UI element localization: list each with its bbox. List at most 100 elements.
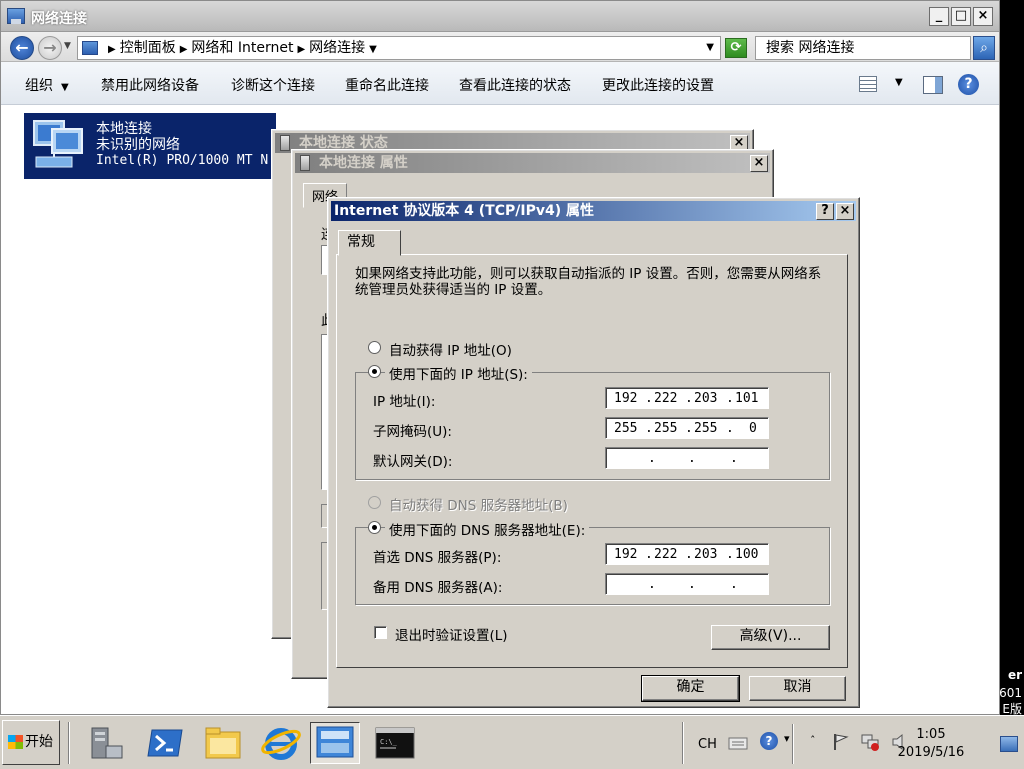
validate-checkbox[interactable] bbox=[374, 626, 387, 639]
ip-octet-4[interactable]: 101 bbox=[735, 389, 758, 408]
ip-address-field[interactable]: 192 . 222 . 203 . 101 bbox=[605, 387, 769, 409]
pdns-octet-3[interactable]: 203 bbox=[694, 545, 717, 564]
connection-status: 未识别的网络 bbox=[96, 137, 180, 153]
refresh-icon[interactable]: ⟳ bbox=[725, 38, 747, 58]
ip-octet-3[interactable]: 203 bbox=[694, 389, 717, 408]
window-title: 网络连接 bbox=[31, 11, 87, 27]
ip-octet-2[interactable]: 222 bbox=[654, 389, 677, 408]
pdns-octet-4[interactable]: 100 bbox=[735, 545, 758, 564]
preview-pane-icon[interactable] bbox=[923, 76, 943, 94]
ok-button[interactable]: 确定 bbox=[641, 675, 740, 702]
pdns-octet-1[interactable]: 192 bbox=[614, 545, 637, 564]
action-center-flag-icon[interactable] bbox=[832, 732, 850, 752]
show-desktop-icon[interactable] bbox=[1000, 736, 1018, 752]
keyboard-icon[interactable] bbox=[728, 734, 748, 752]
view-options-icon[interactable] bbox=[859, 76, 877, 92]
search-icon[interactable]: ⌕ bbox=[973, 36, 995, 60]
forward-arrow-icon[interactable]: → bbox=[38, 36, 62, 60]
ipv4-dialog-title: Internet 协议版本 4 (TCP/IPv4) 属性 bbox=[334, 203, 594, 219]
diagnose-button[interactable]: 诊断这个连接 bbox=[231, 75, 315, 95]
window-controls: _ □ × bbox=[929, 7, 993, 26]
language-indicator[interactable]: CH bbox=[698, 737, 717, 752]
validate-label[interactable]: 退出时验证设置(L) bbox=[395, 624, 508, 644]
ipv4-dialog-titlebar: Internet 协议版本 4 (TCP/IPv4) 属性 ? × bbox=[331, 201, 856, 221]
auto-ip-radio[interactable] bbox=[368, 341, 381, 354]
network-connections-task-icon[interactable] bbox=[310, 722, 360, 764]
manual-dns-radio[interactable] bbox=[368, 521, 381, 534]
organize-menu[interactable]: 组织 ▼ bbox=[25, 75, 69, 95]
taskbar: 开始 C:\_ CH ? ▾ ˆ 1:05 2019/5/16 bbox=[0, 715, 1024, 769]
manual-ip-radio[interactable] bbox=[368, 365, 381, 378]
network-plug-icon bbox=[300, 155, 310, 171]
crumb-network-connections[interactable]: 网络连接 bbox=[309, 40, 365, 56]
connection-name: 本地连接 bbox=[96, 121, 152, 137]
manual-ip-label[interactable]: 使用下面的 IP 地址(S): bbox=[385, 363, 532, 383]
command-prompt-icon[interactable]: C:\_ bbox=[370, 722, 420, 764]
command-bar: 组织 ▼ 禁用此网络设备 诊断这个连接 重命名此连接 查看此连接的状态 更改此连接… bbox=[1, 62, 999, 105]
mask-octet-4[interactable]: 0 bbox=[749, 419, 757, 438]
view-dropdown-icon[interactable]: ▼ bbox=[895, 77, 903, 88]
advanced-button[interactable]: 高级(V)... bbox=[711, 625, 830, 650]
network-folder-icon bbox=[7, 8, 25, 24]
desktop-text-fragment: 601 bbox=[999, 686, 1022, 700]
mask-octet-3[interactable]: 255 bbox=[694, 419, 717, 438]
ip-address-label: IP 地址(I): bbox=[373, 394, 436, 410]
explorer-titlebar: 网络连接 _ □ × bbox=[1, 1, 999, 32]
properties-dialog-title: 本地连接 属性 bbox=[319, 155, 408, 171]
address-input[interactable]: ▶ 控制面板 ▶ 网络和 Internet ▶ 网络连接 ▼ ▼ bbox=[77, 36, 721, 60]
control-panel-icon bbox=[82, 41, 98, 55]
gateway-label: 默认网关(D): bbox=[373, 454, 453, 470]
history-dropdown-icon[interactable]: ▼ bbox=[64, 41, 71, 51]
view-status-button[interactable]: 查看此连接的状态 bbox=[459, 75, 571, 95]
internet-explorer-icon[interactable] bbox=[256, 722, 306, 764]
disable-device-button[interactable]: 禁用此网络设备 bbox=[101, 75, 199, 95]
file-explorer-icon[interactable] bbox=[198, 722, 248, 764]
properties-close-button[interactable]: × bbox=[750, 155, 768, 172]
help-icon[interactable]: ? bbox=[958, 74, 979, 95]
pdns-octet-2[interactable]: 222 bbox=[654, 545, 677, 564]
network-plug-icon bbox=[280, 135, 290, 151]
auto-dns-label[interactable]: 自动获得 DNS 服务器地址(B) bbox=[389, 494, 568, 514]
gateway-field[interactable]: . . . bbox=[605, 447, 769, 469]
close-button[interactable]: × bbox=[973, 7, 993, 26]
clock-date: 2019/5/16 bbox=[897, 745, 965, 760]
ime-help-icon[interactable]: ? bbox=[760, 732, 778, 750]
connection-item-local[interactable]: 本地连接 未识别的网络 Intel(R) PRO/1000 MT N bbox=[24, 113, 276, 179]
search-input[interactable]: 搜索 网络连接 bbox=[755, 36, 971, 60]
cancel-button[interactable]: 取消 bbox=[749, 676, 846, 701]
tab-general[interactable]: 常规 bbox=[338, 230, 401, 256]
server-manager-icon[interactable] bbox=[80, 722, 130, 764]
mask-octet-2[interactable]: 255 bbox=[654, 419, 677, 438]
alternate-dns-field[interactable]: . . . bbox=[605, 573, 769, 595]
taskbar-separator bbox=[68, 722, 70, 764]
windows-logo-icon bbox=[8, 735, 23, 749]
back-arrow-icon[interactable]: ← bbox=[10, 36, 34, 60]
crumb-network-internet[interactable]: 网络和 Internet bbox=[191, 40, 293, 56]
show-hidden-icons-icon[interactable]: ˆ bbox=[810, 734, 816, 747]
network-adapter-icon bbox=[33, 120, 83, 168]
desktop-text-fragment: er bbox=[1007, 668, 1022, 682]
ip-octet-1[interactable]: 192 bbox=[614, 389, 637, 408]
auto-ip-label[interactable]: 自动获得 IP 地址(O) bbox=[389, 339, 512, 359]
powershell-icon[interactable] bbox=[140, 722, 190, 764]
subnet-mask-field[interactable]: 255 . 255 . 255 . 0 bbox=[605, 417, 769, 439]
minimize-button[interactable]: _ bbox=[929, 7, 949, 26]
clock-time: 1:05 bbox=[916, 727, 946, 742]
address-dropdown-icon[interactable]: ▼ bbox=[706, 37, 714, 59]
auto-dns-radio[interactable] bbox=[368, 496, 381, 509]
rename-button[interactable]: 重命名此连接 bbox=[345, 75, 429, 95]
change-settings-button[interactable]: 更改此连接的设置 bbox=[602, 75, 714, 95]
alternate-dns-label: 备用 DNS 服务器(A): bbox=[373, 580, 503, 596]
ipv4-close-button[interactable]: × bbox=[836, 203, 854, 220]
connection-text: 本地连接 未识别的网络 Intel(R) PRO/1000 MT N bbox=[96, 121, 268, 169]
mask-octet-1[interactable]: 255 bbox=[614, 419, 637, 438]
crumb-control-panel[interactable]: 控制面板 bbox=[120, 40, 176, 56]
clock[interactable]: 1:05 2019/5/16 bbox=[876, 726, 986, 762]
maximize-button[interactable]: □ bbox=[951, 7, 971, 26]
start-button[interactable]: 开始 bbox=[2, 720, 60, 765]
ime-options-icon[interactable]: ▾ bbox=[784, 732, 790, 745]
preferred-dns-label: 首选 DNS 服务器(P): bbox=[373, 550, 502, 566]
help-button[interactable]: ? bbox=[816, 203, 834, 220]
preferred-dns-field[interactable]: 192 . 222 . 203 . 100 bbox=[605, 543, 769, 565]
manual-dns-label[interactable]: 使用下面的 DNS 服务器地址(E): bbox=[385, 519, 590, 539]
